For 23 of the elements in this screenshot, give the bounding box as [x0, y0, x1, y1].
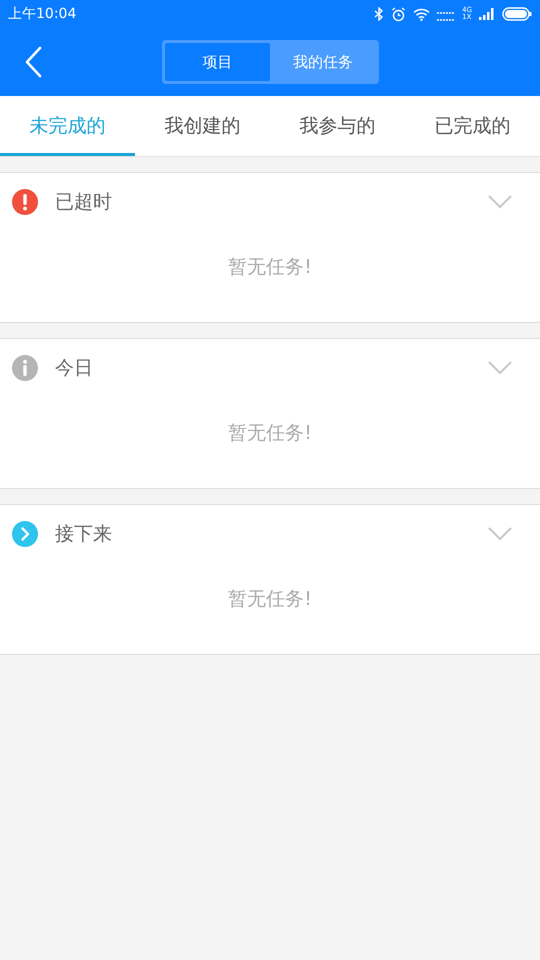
empty-message: 暂无任务!: [228, 587, 312, 612]
section-title: 已超时: [55, 190, 113, 215]
chevron-down-icon[interactable]: [488, 527, 512, 541]
exclamation-icon: [11, 188, 39, 216]
empty-message: 暂无任务!: [228, 255, 312, 280]
status-time: 上午10:04: [8, 4, 76, 24]
tab[interactable]: 我创建的: [135, 96, 270, 156]
back-icon: [24, 46, 42, 78]
battery-icon: [502, 7, 532, 21]
chevron-down-icon[interactable]: [488, 361, 512, 375]
bluetooth-icon: [374, 7, 384, 21]
segment-button[interactable]: 项目: [164, 43, 270, 81]
empty-message: 暂无任务!: [228, 421, 312, 446]
section-title: 接下来: [55, 522, 113, 547]
next-icon: [11, 520, 39, 548]
tab[interactable]: 已完成的: [405, 96, 540, 156]
alarm-icon: [391, 6, 406, 22]
tab[interactable]: 我参与的: [270, 96, 405, 156]
info-icon: [11, 354, 39, 382]
section-title: 今日: [55, 356, 94, 381]
wifi-icon: [413, 8, 430, 20]
signal-icon: [479, 8, 495, 20]
chevron-down-icon[interactable]: [488, 195, 512, 209]
